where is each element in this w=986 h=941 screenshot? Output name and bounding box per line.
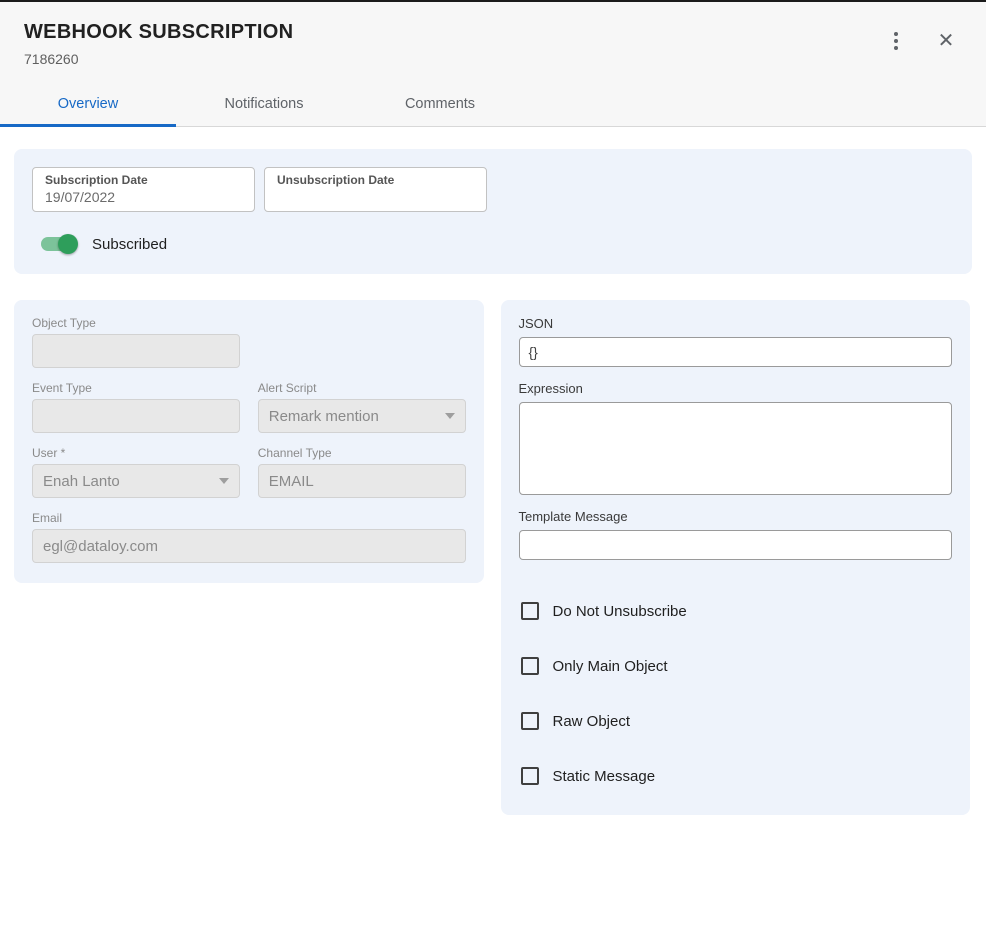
close-button[interactable]: ✕	[930, 25, 962, 57]
email-label: Email	[32, 511, 466, 525]
title-block: WEBHOOK SUBSCRIPTION 7186260	[24, 21, 293, 67]
spacer-cell	[258, 316, 466, 368]
raw-object-label: Raw Object	[553, 713, 631, 730]
subscription-date-field[interactable]: Subscription Date 19/07/2022	[32, 167, 255, 212]
tab-overview[interactable]: Overview	[0, 83, 176, 127]
object-type-label: Object Type	[32, 316, 240, 330]
template-message-field: Template Message	[519, 509, 953, 560]
unsubscription-date-value	[277, 189, 474, 205]
json-field: JSON {}	[519, 316, 953, 367]
tab-notifications[interactable]: Notifications	[176, 83, 352, 127]
email-field: Email egl@dataloy.com	[32, 511, 466, 563]
expression-field: Expression	[519, 381, 953, 495]
webhook-subscription-dialog: WEBHOOK SUBSCRIPTION 7186260 ✕ Overview …	[0, 0, 986, 941]
static-message-row[interactable]: Static Message	[521, 767, 953, 785]
do-not-unsubscribe-checkbox[interactable]	[521, 602, 539, 620]
header-actions: ✕	[880, 21, 962, 57]
template-message-label: Template Message	[519, 509, 953, 524]
expression-textarea[interactable]	[519, 402, 953, 495]
more-options-button[interactable]	[880, 25, 912, 57]
subscription-date-label: Subscription Date	[45, 173, 242, 187]
unsubscription-date-field[interactable]: Unsubscription Date	[264, 167, 487, 212]
event-type-label: Event Type	[32, 381, 240, 395]
alert-script-label: Alert Script	[258, 381, 466, 395]
static-message-checkbox[interactable]	[521, 767, 539, 785]
toggle-thumb	[58, 234, 78, 254]
raw-object-checkbox[interactable]	[521, 712, 539, 730]
only-main-object-row[interactable]: Only Main Object	[521, 657, 953, 675]
user-field: User * Enah Lanto	[32, 446, 240, 498]
do-not-unsubscribe-label: Do Not Unsubscribe	[553, 603, 687, 620]
options-checkbox-group: Do Not Unsubscribe Only Main Object Raw …	[519, 602, 953, 785]
event-type-input	[32, 399, 240, 433]
subscription-date-value: 19/07/2022	[45, 189, 242, 205]
unsubscription-date-label: Unsubscription Date	[277, 173, 474, 187]
alert-script-value: Remark mention	[269, 408, 379, 425]
record-id: 7186260	[24, 51, 293, 67]
subscription-panel: Subscription Date 19/07/2022 Unsubscript…	[14, 149, 972, 274]
tab-bar: Overview Notifications Comments	[0, 83, 986, 127]
tab-comments[interactable]: Comments	[352, 83, 528, 127]
json-label: JSON	[519, 316, 953, 331]
alert-script-field: Alert Script Remark mention	[258, 381, 466, 433]
email-input: egl@dataloy.com	[32, 529, 466, 563]
channel-type-field: Channel Type EMAIL	[258, 446, 466, 498]
template-message-input[interactable]	[519, 530, 953, 560]
user-value: Enah Lanto	[43, 473, 120, 490]
json-input[interactable]: {}	[519, 337, 953, 367]
chevron-down-icon	[219, 478, 229, 484]
channel-type-input: EMAIL	[258, 464, 466, 498]
subscribed-toggle[interactable]	[38, 232, 78, 256]
object-type-input	[32, 334, 240, 368]
raw-object-row[interactable]: Raw Object	[521, 712, 953, 730]
only-main-object-label: Only Main Object	[553, 658, 668, 675]
alert-script-select: Remark mention	[258, 399, 466, 433]
only-main-object-checkbox[interactable]	[521, 657, 539, 675]
user-label: User *	[32, 446, 240, 460]
expression-label: Expression	[519, 381, 953, 396]
dialog-header: WEBHOOK SUBSCRIPTION 7186260 ✕ Overview …	[0, 2, 986, 127]
channel-type-label: Channel Type	[258, 446, 466, 460]
object-type-field: Object Type	[32, 316, 240, 368]
static-message-label: Static Message	[553, 768, 656, 785]
details-panel: Object Type Event Type Alert Script Rema…	[14, 300, 484, 583]
user-select: Enah Lanto	[32, 464, 240, 498]
event-type-field: Event Type	[32, 381, 240, 433]
chevron-down-icon	[445, 413, 455, 419]
do-not-unsubscribe-row[interactable]: Do Not Unsubscribe	[521, 602, 953, 620]
page-title: WEBHOOK SUBSCRIPTION	[24, 21, 293, 44]
kebab-menu-icon	[894, 32, 898, 50]
message-panel: JSON {} Expression Template Message Do N…	[501, 300, 971, 815]
overview-tab-content: Subscription Date 19/07/2022 Unsubscript…	[0, 127, 986, 815]
subscribed-toggle-label: Subscribed	[92, 236, 167, 253]
close-icon: ✕	[938, 31, 955, 51]
